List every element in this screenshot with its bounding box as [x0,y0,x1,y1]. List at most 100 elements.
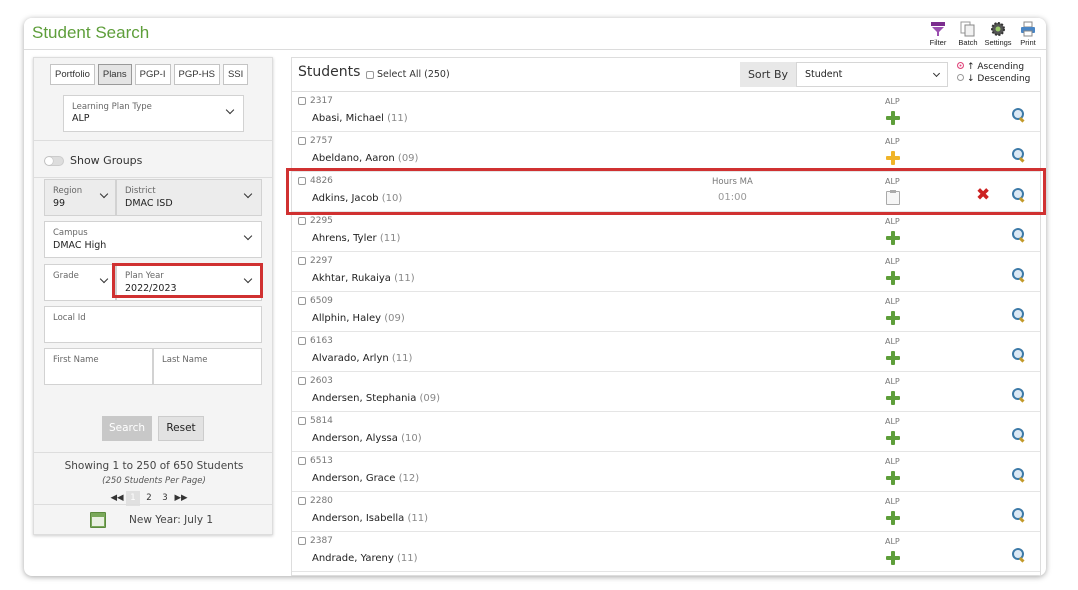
campus-select[interactable]: Campus DMAC High [44,221,262,258]
row-checkbox[interactable] [298,97,306,105]
student-id: 2757 [310,136,333,146]
student-row[interactable]: 6509 Allphin, Haley (09) ALP [292,292,1040,332]
results-count: Showing 1 to 250 of 650 Students [64,460,244,472]
student-row[interactable]: 5814 Anderson, Alyssa (10) ALP [292,412,1040,452]
ascending-option[interactable]: ↑ Ascending [957,61,1030,73]
select-all-checkbox[interactable] [366,70,374,79]
first-name-input[interactable]: First Name [44,348,153,385]
student-name: Ahrens, Tyler (11) [312,233,401,244]
student-name: Andersen, Stephania (09) [312,393,441,404]
add-plan-icon[interactable] [886,351,900,365]
last-name-input[interactable]: Last Name [153,348,262,385]
descending-option[interactable]: ↓ Descending [957,73,1030,85]
sort-by-select[interactable]: Student [796,62,948,87]
ascending-radio[interactable] [957,62,964,69]
highlight-row-adkins [286,168,1046,215]
student-name: Anderson, Alyssa (10) [312,433,422,444]
row-checkbox[interactable] [298,537,306,545]
learning-plan-type-select[interactable]: Learning Plan Type ALP [63,95,244,132]
row-checkbox[interactable] [298,417,306,425]
add-plan-icon[interactable] [886,391,900,405]
student-name: Anderson, Isabella (11) [312,513,429,524]
plan-type-label: ALP [885,537,900,546]
student-name: Anderson, Grace (12) [312,473,420,484]
settings-button[interactable]: Settings [984,21,1012,47]
student-row[interactable]: 2603 Andersen, Stephania (09) ALP [292,372,1040,412]
student-id: 6513 [310,456,333,466]
plan-type-label: ALP [885,297,900,306]
add-plan-icon[interactable] [886,551,900,565]
student-name: Andrade, Yareny (11) [312,553,418,564]
row-checkbox[interactable] [298,457,306,465]
add-plan-icon[interactable] [886,231,900,245]
tab-ssi[interactable]: SSI [222,64,249,85]
local-id-input[interactable]: Local Id [44,306,262,343]
page-title: Students [298,64,361,80]
view-student-icon[interactable] [1012,108,1026,122]
student-row[interactable]: 2387 Andrade, Yareny (11) ALP [292,532,1040,572]
grade-select[interactable]: Grade [44,264,116,301]
student-row[interactable]: 2757 Abeldano, Aaron (09) ALP [292,132,1040,172]
chevron-down-icon [932,69,941,78]
student-id: 6509 [310,296,333,306]
district-select[interactable]: District DMAC ISD [116,179,262,216]
add-plan-icon[interactable] [886,431,900,445]
batch-button[interactable]: Batch [956,21,980,47]
tab-pgp-i[interactable]: PGP-I [134,64,171,85]
add-plan-icon[interactable] [886,511,900,525]
highlight-plan-year [112,263,263,298]
add-plan-icon[interactable] [886,311,900,325]
tab-plans[interactable]: Plans [97,64,132,85]
view-student-icon[interactable] [1012,548,1026,562]
view-student-icon[interactable] [1012,428,1026,442]
students-panel: Students Select All (250) Sort By Studen… [291,57,1041,576]
tab-pgp-hs[interactable]: PGP-HS [173,64,220,85]
row-checkbox[interactable] [298,337,306,345]
print-button[interactable]: Print [1016,21,1040,47]
plan-type-label: ALP [885,217,900,226]
row-checkbox[interactable] [298,257,306,265]
descending-radio[interactable] [957,74,964,81]
student-grade: (09) [397,153,419,164]
add-plan-icon[interactable] [886,111,900,125]
add-plan-icon[interactable] [886,271,900,285]
student-row[interactable]: 2295 Ahrens, Tyler (11) ALP [292,212,1040,252]
select-all[interactable]: Select All (250) [366,69,450,80]
tab-portfolio[interactable]: Portfolio [50,64,95,85]
printer-icon [1020,21,1036,37]
reset-button[interactable]: Reset [158,416,204,441]
view-student-icon[interactable] [1012,148,1026,162]
student-name: Abasi, Michael (11) [312,113,408,124]
view-student-icon[interactable] [1012,228,1026,242]
view-student-icon[interactable] [1012,268,1026,282]
divider [34,452,272,453]
student-row[interactable]: 6513 Anderson, Grace (12) ALP [292,452,1040,492]
show-groups-label: Show Groups [70,154,143,167]
row-checkbox[interactable] [298,217,306,225]
add-plan-pending-icon[interactable] [886,151,900,165]
add-plan-icon[interactable] [886,471,900,485]
view-student-icon[interactable] [1012,388,1026,402]
student-grade: (11) [379,233,401,244]
filter-button[interactable]: Filter [926,21,950,47]
student-grade: (10) [401,433,422,444]
student-row[interactable]: 2317 Abasi, Michael (11) ALP [292,92,1040,132]
show-groups-toggle[interactable] [44,156,64,166]
region-select[interactable]: Region 99 [44,179,116,216]
student-row[interactable]: 2280 Anderson, Isabella (11) ALP [292,492,1040,532]
student-id: 2280 [310,496,333,506]
row-checkbox[interactable] [298,377,306,385]
student-row[interactable]: 2297 Akhtar, Rukaiya (11) ALP [292,252,1040,292]
search-button[interactable]: Search [102,416,152,441]
view-student-icon[interactable] [1012,508,1026,522]
student-row[interactable]: 6163 Alvarado, Arlyn (11) ALP [292,332,1040,372]
view-student-icon[interactable] [1012,468,1026,482]
student-grade: (11) [396,553,418,564]
view-student-icon[interactable] [1012,348,1026,362]
chevron-down-icon [99,189,109,199]
view-student-icon[interactable] [1012,308,1026,322]
student-grade: (11) [391,353,413,364]
row-checkbox[interactable] [298,297,306,305]
row-checkbox[interactable] [298,497,306,505]
row-checkbox[interactable] [298,137,306,145]
